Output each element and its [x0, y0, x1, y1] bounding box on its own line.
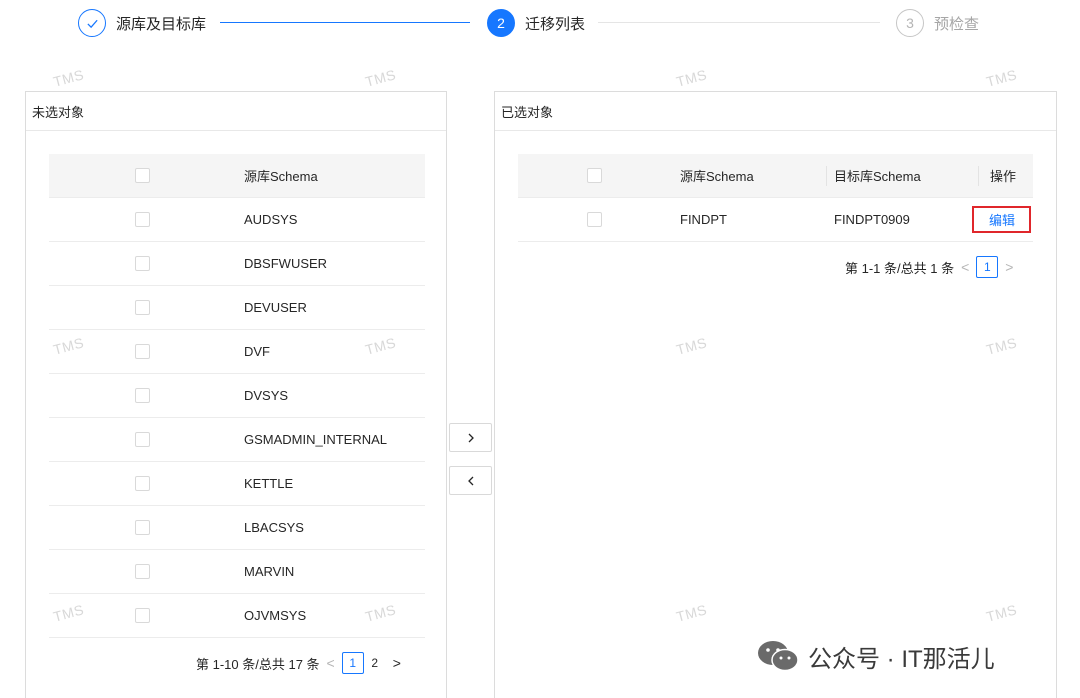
row-checkbox[interactable]	[135, 256, 150, 271]
step-1-title: 源库及目标库	[116, 15, 207, 33]
unselected-table: 源库Schema AUDSYS DBSFWUSER DEVUSER DVF DVSYS G…	[49, 154, 425, 638]
step-2-number: 2	[487, 9, 515, 37]
row-checkbox[interactable]	[135, 388, 150, 403]
table-row[interactable]: DVSYS	[49, 374, 425, 418]
source-schema-cell: GSMADMIN_INTERNAL	[244, 432, 388, 447]
table-header: 源库Schema	[49, 154, 425, 198]
move-right-button[interactable]	[449, 423, 492, 452]
steps-bar: 源库及目标库 2 迁移列表 3 预检查	[0, 0, 1080, 46]
step-connector-1	[220, 22, 470, 23]
source-schema-cell: DVSYS	[244, 388, 289, 403]
page-1-button[interactable]: 1	[341, 652, 364, 674]
pagination-summary: 第 1-1 条/总共 1 条	[845, 260, 955, 276]
table-row[interactable]: DEVUSER	[49, 286, 425, 330]
chevron-right-icon	[468, 433, 474, 442]
prev-page-icon[interactable]: <	[961, 259, 969, 275]
source-schema-cell: FINDPT	[680, 212, 727, 227]
source-schema-header: 源库Schema	[680, 169, 754, 184]
table-row[interactable]: FINDPT FINDPT0909 编辑	[518, 198, 1033, 242]
source-schema-cell: MARVIN	[244, 564, 295, 579]
edit-link[interactable]: 编辑	[972, 206, 1032, 233]
selected-table: 源库Schema 目标库Schema 操作 FINDPT FINDPT0909 …	[518, 154, 1033, 242]
left-pagination: 第 1-10 条/总共 17 条 < 1 2 >	[196, 652, 408, 674]
step-1[interactable]: 源库及目标库	[78, 8, 206, 38]
row-checkbox[interactable]	[135, 300, 150, 315]
table-row[interactable]: AUDSYS	[49, 198, 425, 242]
row-checkbox[interactable]	[135, 564, 150, 579]
next-page-icon[interactable]: >	[1005, 259, 1013, 275]
pagination-summary: 第 1-10 条/总共 17 条	[196, 656, 320, 672]
wechat-icon	[758, 641, 799, 672]
next-page-icon[interactable]: >	[393, 655, 401, 671]
source-schema-cell: OJVMSYS	[244, 608, 307, 623]
page-1-button[interactable]: 1	[976, 256, 999, 278]
target-schema-cell: FINDPT0909	[834, 212, 910, 227]
source-schema-cell: DVF	[244, 344, 270, 359]
watermark: TMS	[51, 66, 86, 90]
row-checkbox[interactable]	[135, 476, 150, 491]
move-left-button[interactable]	[449, 466, 492, 495]
table-row[interactable]: DBSFWUSER	[49, 242, 425, 286]
step-2-title: 迁移列表	[525, 15, 586, 33]
right-pagination: 第 1-1 条/总共 1 条 < 1 >	[845, 256, 1020, 278]
credit-text: 公众号 · IT那活儿	[808, 645, 995, 673]
source-schema-header: 源库Schema	[244, 169, 318, 184]
row-checkbox[interactable]	[587, 212, 602, 227]
table-row[interactable]: MARVIN	[49, 550, 425, 594]
action-header: 操作	[990, 169, 1017, 184]
source-schema-cell: DEVUSER	[244, 300, 307, 315]
table-row[interactable]: GSMADMIN_INTERNAL	[49, 418, 425, 462]
row-checkbox[interactable]	[135, 520, 150, 535]
page-2-button[interactable]: 2	[364, 652, 386, 674]
row-checkbox[interactable]	[135, 344, 150, 359]
check-icon	[78, 9, 106, 37]
source-schema-cell: AUDSYS	[244, 212, 298, 227]
table-row[interactable]: KETTLE	[49, 462, 425, 506]
step-connector-2	[598, 22, 880, 23]
watermark: TMS	[674, 66, 709, 90]
table-header: 源库Schema 目标库Schema 操作	[518, 154, 1033, 198]
prev-page-icon[interactable]: <	[327, 655, 335, 671]
selected-panel: 已选对象 源库Schema 目标库Schema 操作 FINDPT FINDPT…	[494, 91, 1057, 698]
step-3[interactable]: 3 预检查	[896, 8, 979, 38]
watermark: TMS	[363, 66, 398, 90]
chevron-left-icon	[467, 476, 473, 485]
select-all-checkbox[interactable]	[587, 168, 602, 183]
source-schema-cell: DBSFWUSER	[244, 256, 328, 271]
step-3-title: 预检查	[934, 15, 980, 33]
step-2[interactable]: 2 迁移列表	[487, 8, 585, 38]
source-schema-cell: LBACSYS	[244, 520, 304, 535]
step-3-number: 3	[896, 9, 924, 37]
selected-panel-title: 已选对象	[495, 92, 1056, 131]
source-schema-cell: KETTLE	[244, 476, 294, 491]
row-checkbox[interactable]	[135, 432, 150, 447]
select-all-checkbox[interactable]	[135, 168, 150, 183]
watermark: TMS	[984, 66, 1019, 90]
table-row[interactable]: LBACSYS	[49, 506, 425, 550]
unselected-panel-title: 未选对象	[26, 92, 446, 131]
wechat-credit: 公众号 · IT那活儿	[756, 638, 995, 674]
row-checkbox[interactable]	[135, 608, 150, 623]
target-schema-header: 目标库Schema	[834, 169, 921, 184]
row-checkbox[interactable]	[135, 212, 150, 227]
